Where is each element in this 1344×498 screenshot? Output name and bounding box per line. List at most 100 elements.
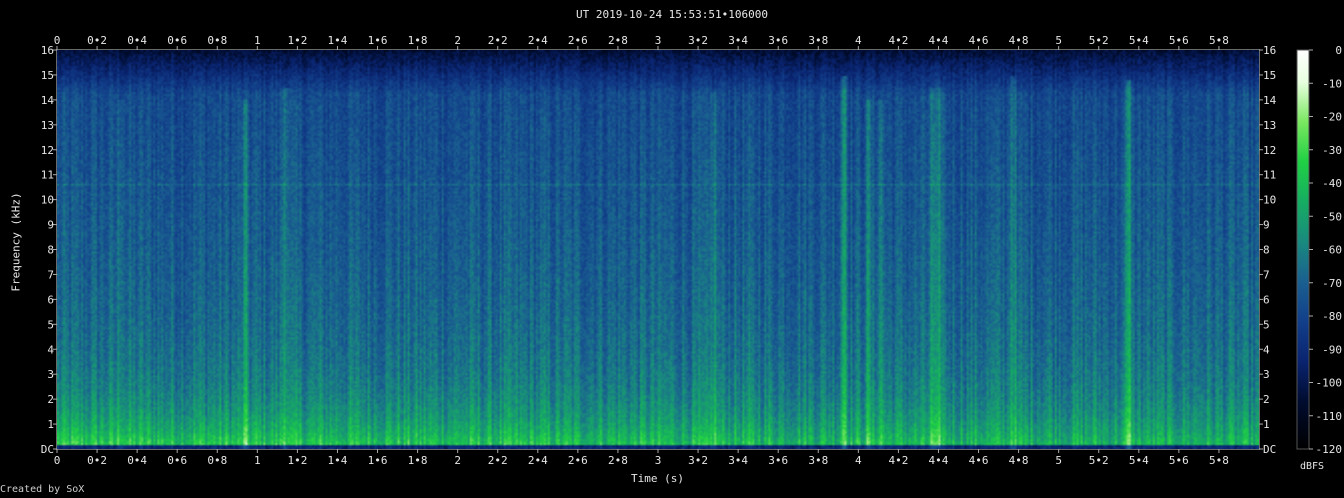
x-tick-label-top: 2•4 bbox=[528, 34, 548, 47]
x-tick-label-bottom: 0 bbox=[54, 454, 61, 467]
y-tick-label-left: 11 bbox=[41, 169, 54, 182]
x-tick-label-bottom: 3•6 bbox=[768, 454, 788, 467]
footer-credit: Created by SoX bbox=[0, 484, 85, 495]
colorbar-tick-label: -30 bbox=[1322, 144, 1342, 157]
y-tick-label-right: 2 bbox=[1263, 393, 1270, 406]
x-tick-label-top: 2•8 bbox=[608, 34, 628, 47]
x-tick-label-bottom: 0•8 bbox=[207, 454, 227, 467]
y-tick-label-right: 1 bbox=[1263, 418, 1270, 431]
x-tick-label-bottom: 5•4 bbox=[1129, 454, 1149, 467]
x-tick-label-top: 0•6 bbox=[167, 34, 187, 47]
x-tick-label-top: 5•6 bbox=[1169, 34, 1189, 47]
x-tick-label-top: 5•4 bbox=[1129, 34, 1149, 47]
y-tick-label-left: 2 bbox=[47, 393, 54, 406]
x-tick-label-bottom: 2•8 bbox=[608, 454, 628, 467]
y-tick-label-right: 16 bbox=[1263, 44, 1276, 57]
x-tick-label-bottom: 4•4 bbox=[929, 454, 949, 467]
y-tick-label-left: 4 bbox=[47, 343, 54, 356]
colorbar-label: dBFS bbox=[1300, 461, 1325, 472]
x-tick-label-bottom: 3•4 bbox=[728, 454, 748, 467]
y-tick-label-left: 10 bbox=[41, 194, 54, 207]
x-tick-label-bottom: 4 bbox=[855, 454, 862, 467]
x-tick-label-top: 1 bbox=[254, 34, 261, 47]
x-tick-label-bottom: 2•6 bbox=[568, 454, 588, 467]
y-tick-label-right: 13 bbox=[1263, 119, 1276, 132]
x-tick-label-top: 1•6 bbox=[368, 34, 388, 47]
x-tick-label-bottom: 1 bbox=[254, 454, 261, 467]
x-tick-label-bottom: 0•4 bbox=[127, 454, 147, 467]
x-tick-label-top: 5 bbox=[1055, 34, 1062, 47]
x-tick-label-bottom: 5 bbox=[1055, 454, 1062, 467]
y-tick-label-left: DC bbox=[41, 443, 54, 456]
y-tick-label-left: 15 bbox=[41, 69, 54, 82]
x-tick-label-top: 3•6 bbox=[768, 34, 788, 47]
x-tick-label-top: 2•6 bbox=[568, 34, 588, 47]
x-tick-label-top: 0•8 bbox=[207, 34, 227, 47]
x-tick-label-top: 4 bbox=[855, 34, 862, 47]
colorbar-tick-label: -70 bbox=[1322, 277, 1342, 290]
y-tick-label-left: 8 bbox=[47, 244, 54, 257]
y-tick-label-right: 5 bbox=[1263, 318, 1270, 331]
y-tick-label-right: 10 bbox=[1263, 194, 1276, 207]
x-tick-label-bottom: 1•4 bbox=[328, 454, 348, 467]
colorbar-tick-label: -10 bbox=[1322, 77, 1342, 90]
y-tick-label-right: DC bbox=[1263, 443, 1276, 456]
y-tick-label-right: 7 bbox=[1263, 268, 1270, 281]
colorbar-tick-label: -110 bbox=[1316, 410, 1343, 423]
colorbar-axis: 0 -10 -20 -30 -40 -50 -60 -70 -80 -90 -100 -110 -120 bbox=[1309, 44, 1342, 456]
x-tick-label-top: 3•2 bbox=[688, 34, 708, 47]
colorbar-tick-label: -120 bbox=[1316, 443, 1343, 456]
x-tick-label-top: 4•6 bbox=[969, 34, 989, 47]
x-tick-label-top: 1•2 bbox=[287, 34, 307, 47]
y-tick-label-right: 11 bbox=[1263, 169, 1276, 182]
x-tick-label-top: 0•2 bbox=[87, 34, 107, 47]
y-tick-label-left: 6 bbox=[47, 293, 54, 306]
x-tick-label-top: 3•4 bbox=[728, 34, 748, 47]
x-tick-label-bottom: 5•2 bbox=[1089, 454, 1109, 467]
y-tick-label-left: 7 bbox=[47, 268, 54, 281]
spectrogram-svg: 000•20•20•40•40•60•60•80•8111•21•21•41•4… bbox=[41, 34, 1342, 467]
x-tick-label-top: 2•2 bbox=[488, 34, 508, 47]
x-tick-label-top: 2 bbox=[454, 34, 461, 47]
y-tick-label-left: 12 bbox=[41, 144, 54, 157]
spectrogram-image bbox=[57, 50, 1259, 449]
y-tick-label-right: 8 bbox=[1263, 244, 1270, 257]
colorbar-tick-label: -40 bbox=[1322, 177, 1342, 190]
x-axis-label: Time (s) bbox=[631, 472, 684, 485]
colorbar-tick-label: -50 bbox=[1322, 210, 1342, 223]
x-tick-label-top: 1•8 bbox=[408, 34, 428, 47]
y-tick-label-left: 14 bbox=[41, 94, 55, 107]
y-tick-label-right: 15 bbox=[1263, 69, 1276, 82]
x-tick-label-bottom: 1•2 bbox=[287, 454, 307, 467]
y-tick-label-right: 14 bbox=[1263, 94, 1277, 107]
y-tick-label-left: 16 bbox=[41, 44, 54, 57]
x-tick-label-bottom: 4•6 bbox=[969, 454, 989, 467]
x-tick-label-bottom: 2•2 bbox=[488, 454, 508, 467]
y-tick-label-left: 9 bbox=[47, 219, 54, 232]
x-tick-label-top: 3•8 bbox=[808, 34, 828, 47]
x-tick-label-bottom: 4•8 bbox=[1009, 454, 1029, 467]
x-tick-label-bottom: 2•4 bbox=[528, 454, 548, 467]
x-tick-label-top: 4•8 bbox=[1009, 34, 1029, 47]
y-tick-label-right: 9 bbox=[1263, 219, 1270, 232]
x-tick-label-top: 5•8 bbox=[1209, 34, 1229, 47]
y-tick-label-left: 5 bbox=[47, 318, 54, 331]
x-tick-label-bottom: 3•2 bbox=[688, 454, 708, 467]
x-tick-label-bottom: 3•8 bbox=[808, 454, 828, 467]
y-tick-label-left: 13 bbox=[41, 119, 54, 132]
x-tick-label-top: 4•4 bbox=[929, 34, 949, 47]
colorbar bbox=[1296, 49, 1310, 450]
spectrogram-figure: UT 2019-10-24 15:53:51•106000 0 0 0•2 0•2 0•… bbox=[0, 0, 1344, 498]
colorbar-tick-label: -60 bbox=[1322, 244, 1342, 257]
x-tick-label-top: 0•4 bbox=[127, 34, 147, 47]
y-tick-label-right: 3 bbox=[1263, 368, 1270, 381]
y-tick-label-right: 6 bbox=[1263, 293, 1270, 306]
colorbar-tick-label: -20 bbox=[1322, 111, 1342, 124]
colorbar-tick-label: -100 bbox=[1316, 377, 1343, 390]
x-tick-label-bottom: 5•8 bbox=[1209, 454, 1229, 467]
colorbar-tick-label: -90 bbox=[1322, 343, 1342, 356]
x-tick-label-bottom: 0•2 bbox=[87, 454, 107, 467]
x-tick-label-bottom: 4•2 bbox=[888, 454, 908, 467]
x-tick-label-bottom: 5•6 bbox=[1169, 454, 1189, 467]
x-tick-label-top: 4•2 bbox=[888, 34, 908, 47]
